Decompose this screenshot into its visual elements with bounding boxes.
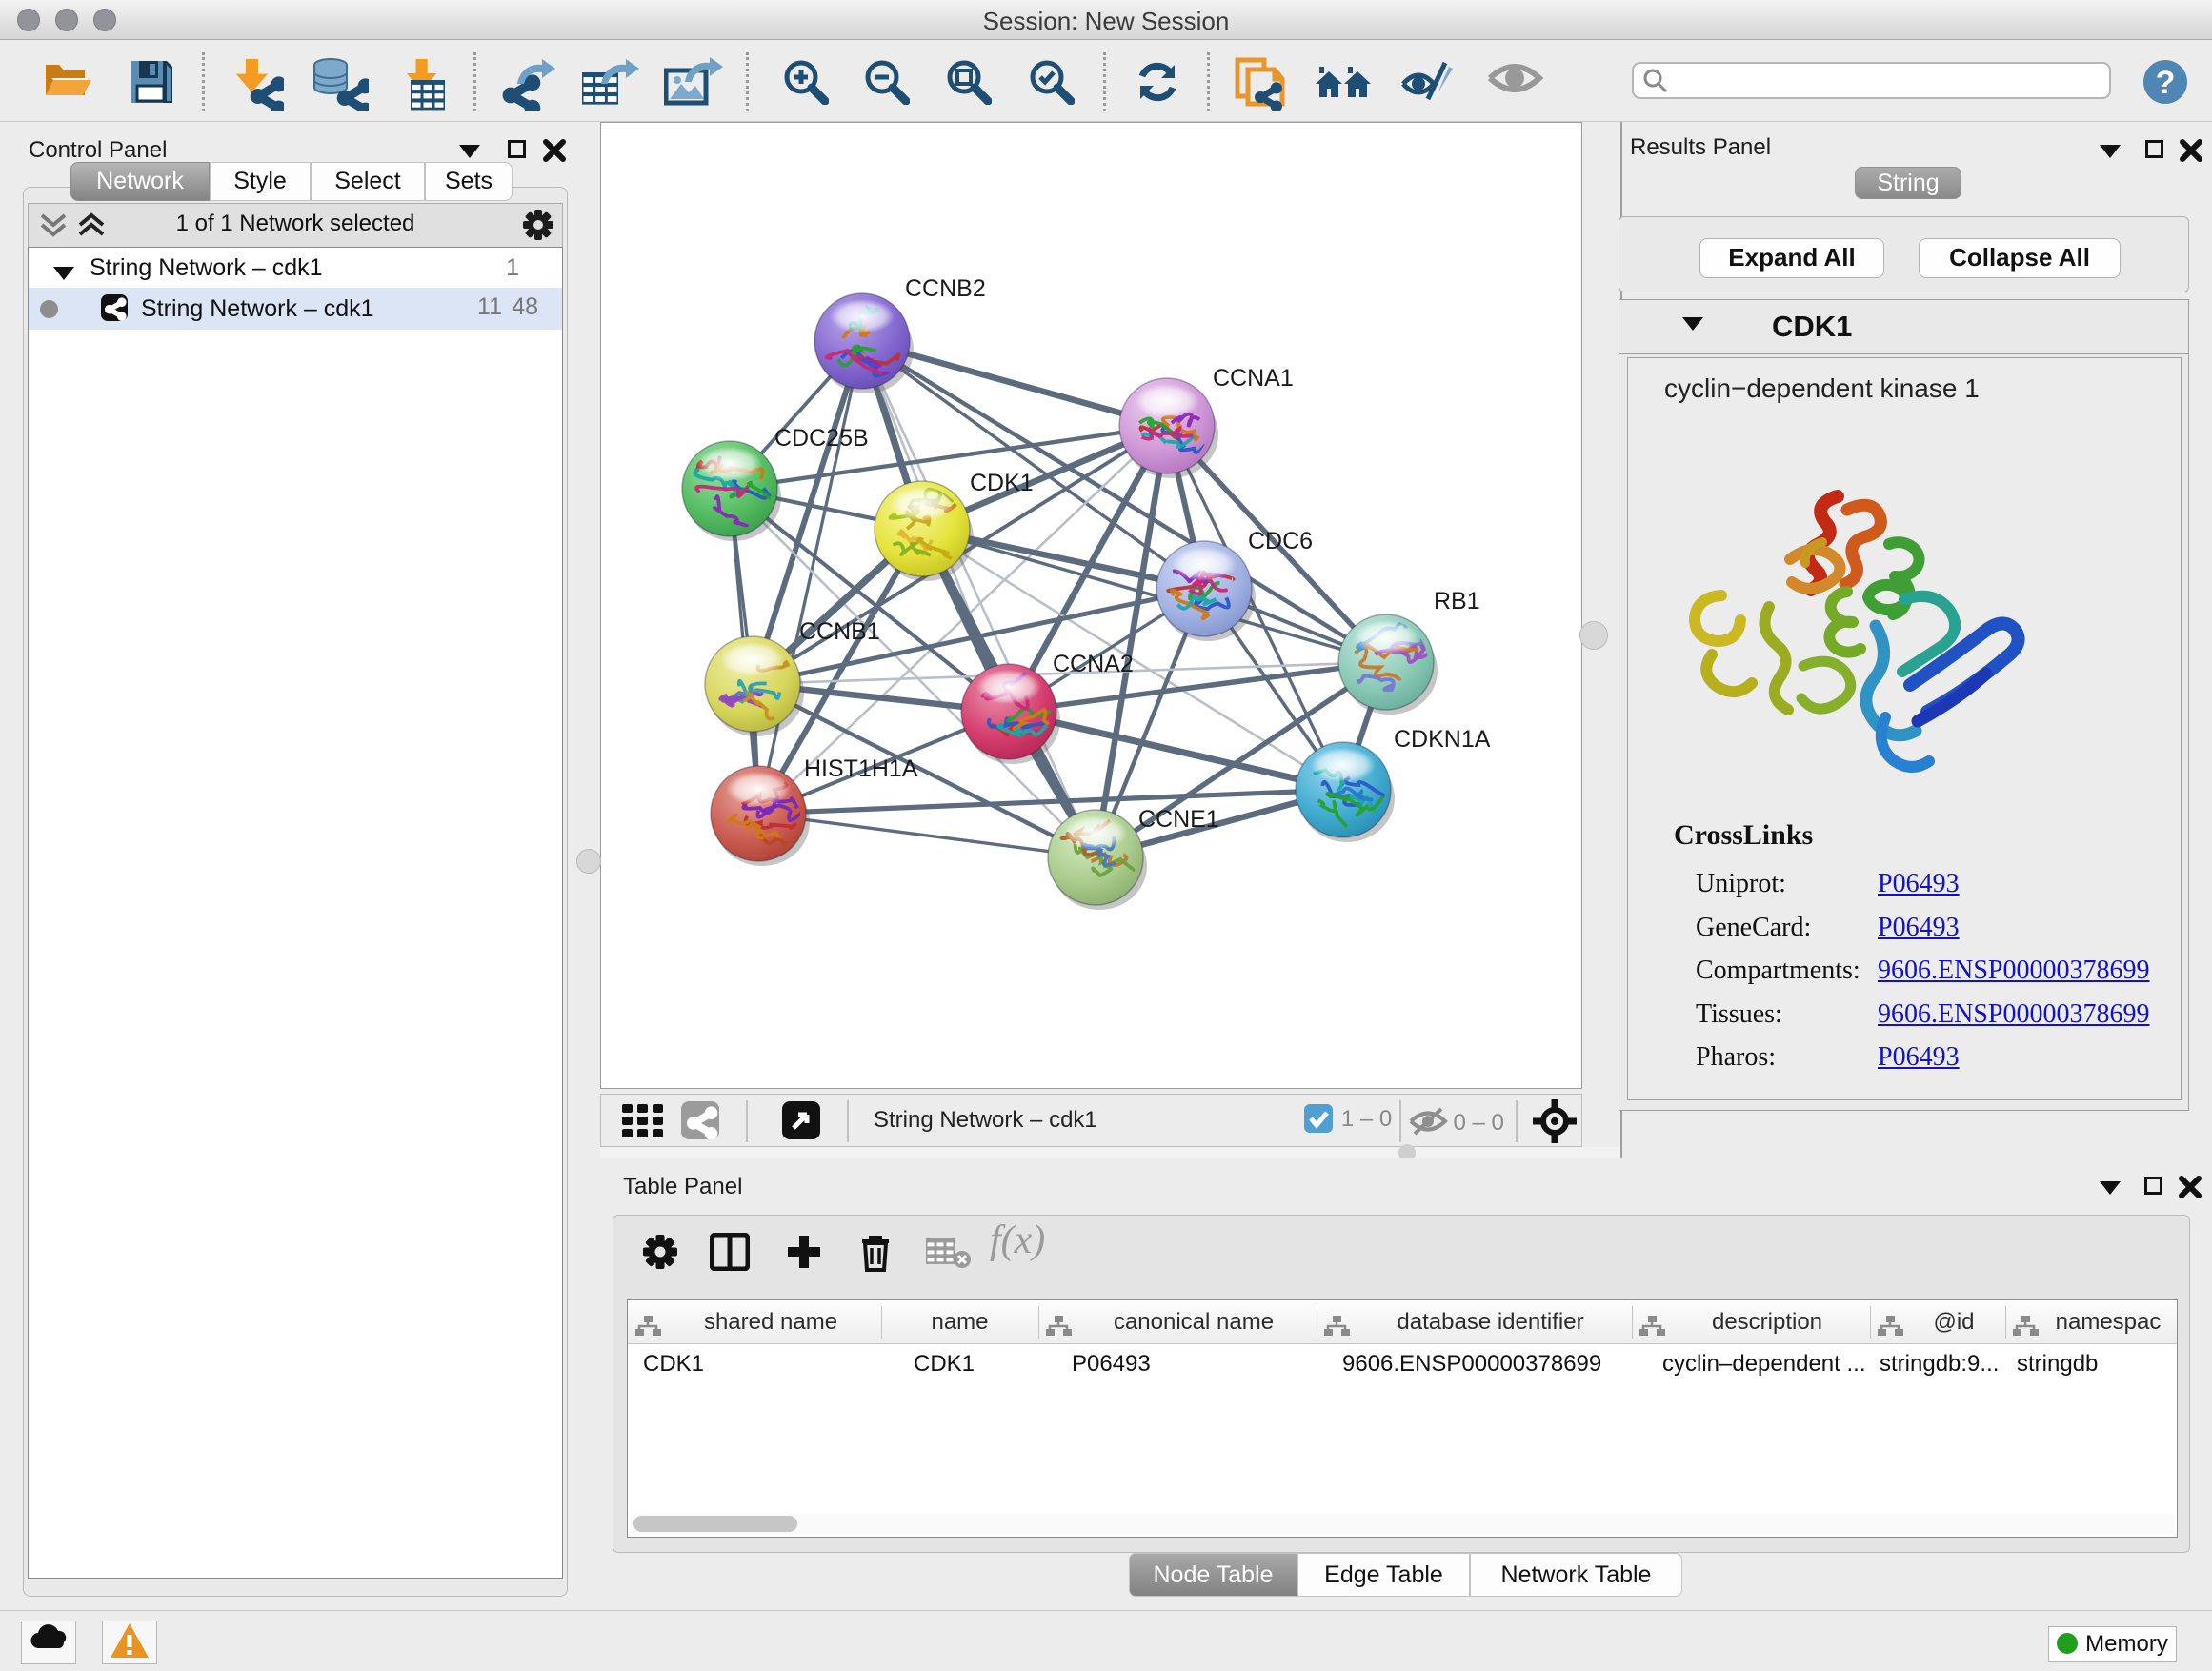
svg-text:CDC25B: CDC25B xyxy=(774,425,869,452)
svg-text:CCNB1: CCNB1 xyxy=(799,618,880,645)
svg-text:CCNA1: CCNA1 xyxy=(1213,365,1294,392)
svg-text:HIST1H1A: HIST1H1A xyxy=(804,755,918,782)
svg-text:CCNE1: CCNE1 xyxy=(1138,806,1219,833)
svg-text:CCNA2: CCNA2 xyxy=(1053,651,1134,677)
svg-text:CDKN1A: CDKN1A xyxy=(1394,726,1491,753)
svg-text:CDK1: CDK1 xyxy=(970,470,1034,496)
svg-text:?: ? xyxy=(2156,65,2176,101)
svg-text:CCNB2: CCNB2 xyxy=(905,275,986,302)
svg-text:RB1: RB1 xyxy=(1434,588,1480,614)
svg-text:CDC6: CDC6 xyxy=(1248,528,1313,554)
